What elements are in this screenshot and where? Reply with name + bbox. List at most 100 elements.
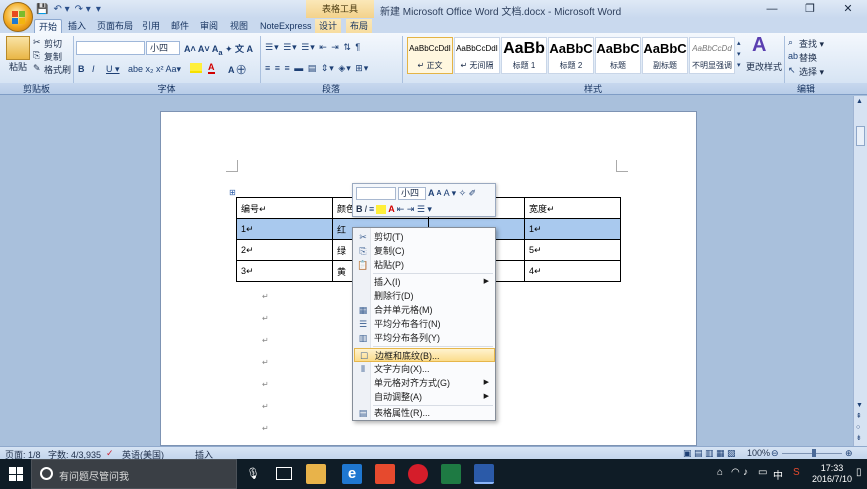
replace-icon[interactable]: ab <box>788 51 798 61</box>
scroll-thumb[interactable] <box>856 126 865 146</box>
font-size-field[interactable]: 小四 <box>146 41 180 55</box>
table-cell[interactable]: 1↵ <box>236 218 333 240</box>
tab-design[interactable]: 设计 <box>315 19 342 33</box>
mini-center-icon[interactable]: ≡ <box>369 204 374 214</box>
clock[interactable]: 17:33 2016/7/10 <box>812 463 852 485</box>
underline-icon[interactable]: U ▾ <box>106 64 120 75</box>
menu-item-delete-row[interactable]: 删除行(D) <box>354 289 495 303</box>
select-button[interactable]: 选择 ▾ <box>799 65 824 78</box>
table-cell[interactable]: 5↵ <box>524 239 621 261</box>
volume-icon[interactable]: ♪ <box>743 467 748 478</box>
search-box[interactable]: 有问题尽管问我 🎙 <box>31 459 260 489</box>
zoom-level[interactable]: 100% <box>747 448 770 458</box>
edge-icon[interactable]: e <box>342 464 362 484</box>
undo-icon[interactable]: ↶ ▾ <box>53 4 69 15</box>
grow-font-icon[interactable]: A˄ A˅ Aa ✦ 文 A <box>184 42 253 57</box>
excel-icon[interactable] <box>441 464 461 484</box>
mini-font-color-icon[interactable]: A <box>388 204 395 214</box>
menu-item-insert[interactable]: 插入(I) ▶ <box>354 275 495 289</box>
scroll-up-icon[interactable]: ▲ <box>856 98 863 105</box>
mini-styles-icon[interactable]: A ▾ ✧ ✐ <box>444 188 477 199</box>
file-explorer-icon[interactable] <box>306 464 326 484</box>
cut-button[interactable]: 剪切 <box>44 37 62 50</box>
menu-item-cell-alignment[interactable]: 单元格对齐方式(G) ▶ <box>354 376 495 390</box>
change-styles-button[interactable]: 更改样式 <box>746 60 782 73</box>
style-heading-2[interactable]: AaBbC 标题 2 <box>548 37 594 74</box>
close-button[interactable]: ✕ <box>829 0 867 18</box>
menu-item-table-properties[interactable]: ▤ 表格属性(R)... <box>354 406 495 420</box>
align-left-icon[interactable]: ≡ ≡ ≡ ▬ ▤ ⇕▾ ◈▾ ⊞▾ <box>265 63 369 74</box>
tab-page-layout[interactable]: 页面布局 <box>93 19 137 33</box>
style-heading-1[interactable]: AaBb 标题 1 <box>501 37 547 74</box>
copy-icon[interactable]: ⎘ <box>33 50 40 61</box>
tab-view[interactable]: 视图 <box>226 19 252 33</box>
table-cell[interactable]: 4↵ <box>524 260 621 282</box>
notifications-icon[interactable]: ▯ <box>856 467 862 478</box>
find-button[interactable]: 查找 ▾ <box>799 37 824 50</box>
menu-item-copy[interactable]: ⎘ 复制(C) <box>354 244 495 258</box>
app-icon[interactable] <box>375 464 395 484</box>
zoom-slider-thumb[interactable] <box>812 449 816 457</box>
menu-item-text-direction[interactable]: ⫴ 文字方向(X)... <box>354 362 495 376</box>
table-cell[interactable]: 1↵ <box>524 218 621 240</box>
menu-item-autofit[interactable]: 自动调整(A) ▶ <box>354 390 495 404</box>
zoom-out-icon[interactable]: ⊖ <box>771 448 779 459</box>
mini-font-name-field[interactable] <box>356 186 396 200</box>
zoom-in-icon[interactable]: ⊕ <box>845 448 853 459</box>
scroll-down-icon[interactable]: ▼ ⇞ ○ ⇟ <box>856 400 863 444</box>
menu-item-distribute-columns[interactable]: ▥ 平均分布各列(Y) <box>354 331 495 345</box>
message-icon[interactable]: ▭ <box>758 467 767 478</box>
tab-home[interactable]: 开始 <box>34 19 63 33</box>
sogou-icon[interactable]: S <box>793 467 800 478</box>
font-color-icon[interactable]: A <box>208 63 215 74</box>
tab-insert[interactable]: 插入 <box>64 19 90 33</box>
mini-shrink-font-icon[interactable]: A <box>437 190 442 197</box>
task-view-icon[interactable] <box>276 467 292 480</box>
microphone-icon[interactable]: 🎙 <box>246 467 260 480</box>
style-title[interactable]: AaBbC 标题 <box>595 37 641 74</box>
mini-italic-icon[interactable]: I <box>365 204 368 214</box>
font-name-field[interactable] <box>76 41 145 55</box>
bullets-icon[interactable]: ☰▾ ☰▾ ☰▾ ⇤ ⇥ ⇅ ¶ <box>265 42 361 53</box>
copy-button[interactable]: 复制 <box>44 50 62 63</box>
style-subtitle[interactable]: AaBbC 副标题 <box>642 37 688 74</box>
tab-layout[interactable]: 布局 <box>346 19 373 33</box>
paste-button[interactable]: 粘贴 <box>9 60 27 73</box>
menu-item-paste[interactable]: 📋 粘贴(P) <box>354 258 495 272</box>
tab-mailings[interactable]: 邮件 <box>167 19 193 33</box>
find-icon[interactable]: ⌕ <box>788 37 793 48</box>
italic-icon[interactable]: I <box>92 64 95 74</box>
vertical-scrollbar[interactable] <box>853 96 867 446</box>
minimize-button[interactable]: — <box>753 0 791 18</box>
proofing-icon[interactable]: ✓ <box>106 448 114 459</box>
menu-item-merge-cells[interactable]: ▦ 合并单元格(M) <box>354 303 495 317</box>
menu-item-borders-shading[interactable]: ☐ 边框和底纹(B)... <box>354 348 495 362</box>
mini-bold-icon[interactable]: B <box>356 204 363 214</box>
mini-grow-font-icon[interactable]: A <box>428 188 435 198</box>
table-cell[interactable]: 宽度↵ <box>524 197 621 219</box>
view-buttons-icon[interactable]: ▣ ▤ ▥ ▦ ▧ <box>683 448 736 459</box>
tab-references[interactable]: 引用 <box>138 19 164 33</box>
menu-item-distribute-rows[interactable]: ☰ 平均分布各行(N) <box>354 317 495 331</box>
replace-button[interactable]: 替换 <box>799 51 817 64</box>
qat-more-icon[interactable]: ▾ <box>96 4 101 15</box>
save-icon[interactable]: 💾 <box>36 4 48 15</box>
style-subtle-emphasis[interactable]: AaBbCcDd 不明显强调 <box>689 37 735 74</box>
strikethrough-icon[interactable]: abe x₂ x² Aa▾ <box>128 64 181 75</box>
paste-icon[interactable] <box>6 36 30 60</box>
table-cell[interactable]: 编号↵ <box>236 197 333 219</box>
redo-icon[interactable]: ↷ ▾ <box>75 4 91 15</box>
select-icon[interactable]: ↖ <box>788 65 796 76</box>
music-app-icon[interactable] <box>408 464 428 484</box>
mini-font-size-field[interactable]: 小四 <box>398 186 426 200</box>
style-normal[interactable]: AaBbCcDdI ↵ 正文 <box>407 37 453 74</box>
style-no-spacing[interactable]: AaBbCcDdI ↵ 无间隔 <box>454 37 500 74</box>
format-painter-icon[interactable]: ✎ <box>33 63 41 74</box>
office-button[interactable] <box>3 2 33 32</box>
highlight-icon[interactable] <box>190 63 202 73</box>
network-icon[interactable]: ◠ <box>731 467 740 478</box>
restore-button[interactable]: ❐ <box>791 0 829 18</box>
tab-review[interactable]: 审阅 <box>196 19 222 33</box>
char-shading-icon[interactable]: A ㊉ <box>228 63 246 76</box>
people-icon[interactable]: ⌂ <box>717 467 723 478</box>
